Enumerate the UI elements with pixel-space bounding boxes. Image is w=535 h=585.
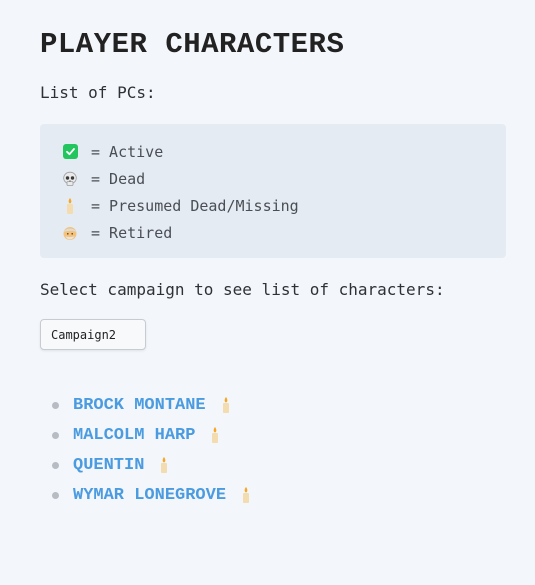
bullet-icon bbox=[52, 431, 59, 439]
character-link[interactable]: QUENTIN bbox=[73, 456, 144, 475]
list-item: WYMAR LONEGROVE bbox=[52, 480, 507, 510]
campaign-select-prompt: Select campaign to see list of character… bbox=[40, 280, 445, 299]
campaign-dropdown-value: Campaign2 bbox=[51, 327, 117, 342]
intro-text: List of PCs: bbox=[40, 83, 156, 102]
legend-item-missing: = Presumed Dead/Missing bbox=[61, 192, 506, 219]
candle-icon bbox=[220, 396, 232, 414]
status-legend: = Active = Dead = Presumed Dead/Missing … bbox=[40, 124, 506, 258]
list-item: QUENTIN bbox=[52, 450, 507, 480]
legend-label: = Active bbox=[91, 142, 164, 161]
character-link[interactable]: MALCOLM HARP bbox=[73, 426, 195, 445]
candle-icon bbox=[61, 197, 79, 215]
list-item: MALCOLM HARP bbox=[52, 420, 507, 450]
character-link[interactable]: WYMAR LONEGROVE bbox=[73, 486, 226, 505]
campaign-dropdown[interactable]: Campaign2 bbox=[40, 319, 146, 350]
legend-item-active: = Active bbox=[61, 138, 506, 165]
legend-item-retired: = Retired bbox=[61, 219, 506, 246]
bullet-icon bbox=[52, 401, 59, 409]
legend-item-dead: = Dead bbox=[61, 165, 506, 192]
candle-icon bbox=[209, 426, 221, 444]
character-list: BROCK MONTANE MALCOLM HARP QUENTIN WYMAR… bbox=[40, 390, 507, 510]
candle-icon bbox=[240, 486, 252, 504]
page-title: PLAYER CHARACTERS bbox=[40, 28, 345, 61]
legend-label: = Presumed Dead/Missing bbox=[91, 196, 299, 215]
bullet-icon bbox=[52, 491, 59, 499]
page: PLAYER CHARACTERS List of PCs: = Active bbox=[0, 0, 535, 585]
elder-icon bbox=[61, 224, 79, 242]
legend-label: = Retired bbox=[91, 223, 173, 242]
list-item: BROCK MONTANE bbox=[52, 390, 507, 420]
character-link[interactable]: BROCK MONTANE bbox=[73, 396, 206, 415]
legend-label: = Dead bbox=[91, 169, 146, 188]
bullet-icon bbox=[52, 461, 59, 469]
candle-icon bbox=[158, 456, 170, 474]
check-icon bbox=[61, 143, 79, 161]
skull-icon bbox=[61, 170, 79, 188]
